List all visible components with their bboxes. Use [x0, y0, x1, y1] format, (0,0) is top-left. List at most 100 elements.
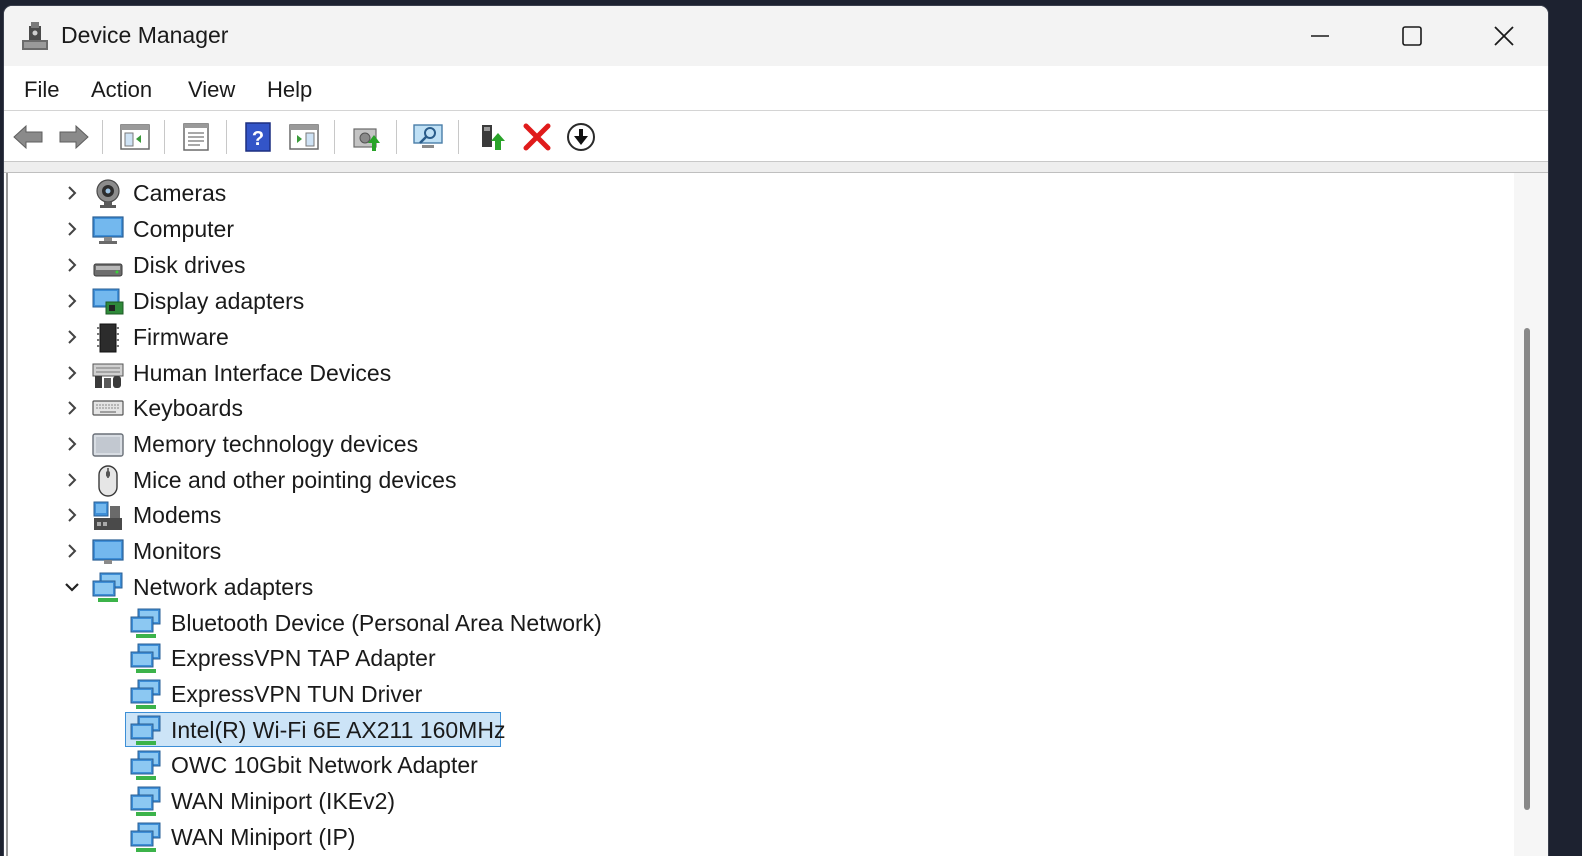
- network-adapter-icon: [130, 643, 161, 673]
- chevron-right-icon[interactable]: [62, 363, 82, 383]
- tree-item-modems[interactable]: Modems: [8, 498, 1508, 534]
- network-adapter-icon: [92, 572, 123, 602]
- update-driver-icon[interactable]: [350, 121, 382, 153]
- tree-item-cameras[interactable]: Cameras: [8, 176, 1508, 212]
- network-adapter-icon: [130, 608, 161, 638]
- chevron-down-icon[interactable]: [62, 577, 82, 597]
- maximize-button[interactable]: [1366, 6, 1458, 66]
- network-adapter-icon: [130, 679, 161, 709]
- minimize-icon: [1311, 35, 1329, 37]
- tree-item-disk-drives[interactable]: Disk drives: [8, 248, 1508, 284]
- camera-icon: [96, 179, 120, 208]
- tree-item-label: Keyboards: [133, 395, 243, 421]
- menu-file[interactable]: File: [24, 77, 59, 103]
- toolbar-separator: [334, 120, 335, 154]
- scan-hardware-changes-icon[interactable]: [412, 121, 444, 153]
- monitor-icon: [92, 539, 124, 564]
- tree-item-computer[interactable]: Computer: [8, 212, 1508, 248]
- tree-item-owc-10gbit[interactable]: OWC 10Gbit Network Adapter: [8, 748, 1508, 784]
- tree-item-label: Intel(R) Wi-Fi 6E AX211 160MHz: [171, 717, 506, 743]
- tree-item-memory-technology-devices[interactable]: Memory technology devices: [8, 427, 1508, 463]
- tree-item-mice[interactable]: Mice and other pointing devices: [8, 463, 1508, 499]
- uninstall-device-icon[interactable]: [521, 121, 553, 153]
- properties-icon[interactable]: [180, 121, 212, 153]
- device-manager-icon: [22, 22, 48, 50]
- chevron-right-icon[interactable]: [62, 470, 82, 490]
- tree-item-monitors[interactable]: Monitors: [8, 534, 1508, 570]
- tree-item-label: Cameras: [133, 180, 227, 206]
- tree-item-label: WAN Miniport (IKEv2): [171, 788, 396, 814]
- tree-item-label: ExpressVPN TUN Driver: [171, 681, 423, 707]
- tree-item-label: Modems: [133, 502, 222, 528]
- network-adapter-icon: [130, 786, 161, 816]
- device-manager-window: Device Manager File Action View Help ? C…: [4, 6, 1548, 856]
- tree-item-label: OWC 10Gbit Network Adapter: [171, 752, 478, 778]
- tree-item-label: Firmware: [133, 324, 229, 350]
- maximize-icon: [1402, 26, 1422, 46]
- tree-item-wan-miniport-ikev2[interactable]: WAN Miniport (IKEv2): [8, 784, 1508, 820]
- toolbar-separator: [164, 120, 165, 154]
- show-hide-console-tree-icon[interactable]: [119, 121, 151, 153]
- tree-item-label: Bluetooth Device (Personal Area Network): [171, 610, 602, 636]
- chevron-right-icon[interactable]: [62, 505, 82, 525]
- tree-item-wan-miniport-ip[interactable]: WAN Miniport (IP): [8, 820, 1508, 856]
- close-button[interactable]: [1458, 6, 1548, 66]
- scrollbar-thumb[interactable]: [1524, 328, 1530, 810]
- action-pane-icon[interactable]: [288, 121, 320, 153]
- disk-drive-icon: [93, 263, 123, 277]
- chevron-right-icon[interactable]: [62, 541, 82, 561]
- modem-icon: [93, 501, 122, 530]
- tree-item-keyboards[interactable]: Keyboards: [8, 391, 1508, 427]
- tree-item-bluetooth-pan[interactable]: Bluetooth Device (Personal Area Network): [8, 606, 1508, 642]
- chevron-right-icon[interactable]: [62, 219, 82, 239]
- vertical-scrollbar[interactable]: [1514, 173, 1548, 856]
- toolbar-separator: [396, 120, 397, 154]
- menu-help[interactable]: Help: [267, 77, 312, 103]
- hid-icon: [92, 363, 124, 388]
- tree-item-display-adapters[interactable]: Display adapters: [8, 284, 1508, 320]
- network-adapter-icon: [130, 822, 161, 852]
- tree-item-label: Computer: [133, 216, 234, 242]
- mouse-icon: [98, 465, 118, 497]
- title-bar[interactable]: Device Manager: [4, 6, 1548, 66]
- tree-item-label: Mice and other pointing devices: [133, 467, 457, 493]
- tree-item-expressvpn-tap[interactable]: ExpressVPN TAP Adapter: [8, 641, 1508, 677]
- menu-bar: File Action View Help: [4, 66, 1548, 111]
- menu-view[interactable]: View: [188, 77, 235, 103]
- tree-item-label: Network adapters: [133, 574, 314, 600]
- chevron-right-icon[interactable]: [62, 291, 82, 311]
- tree-header-strip: [4, 162, 1548, 173]
- memory-device-icon: [92, 433, 124, 457]
- minimize-button[interactable]: [1274, 6, 1366, 66]
- window-title: Device Manager: [61, 22, 229, 48]
- device-tree[interactable]: Cameras Computer Disk drives Display ada…: [6, 173, 1516, 856]
- chevron-right-icon[interactable]: [62, 183, 82, 203]
- network-adapter-icon: [130, 750, 161, 780]
- svg-text:?: ?: [252, 128, 264, 150]
- help-icon[interactable]: ?: [242, 121, 274, 153]
- tree-item-intel-wifi[interactable]: Intel(R) Wi-Fi 6E AX211 160MHz: [8, 712, 1508, 749]
- menu-action[interactable]: Action: [91, 77, 152, 103]
- computer-icon: [92, 216, 124, 244]
- tree-item-label: Memory technology devices: [133, 431, 419, 457]
- chevron-right-icon[interactable]: [62, 327, 82, 347]
- tree-item-label: ExpressVPN TAP Adapter: [171, 645, 436, 671]
- chevron-right-icon[interactable]: [62, 434, 82, 454]
- tree-item-label: Disk drives: [133, 252, 246, 278]
- tree-item-network-adapters[interactable]: Network adapters: [8, 570, 1508, 606]
- chevron-right-icon[interactable]: [62, 398, 82, 418]
- forward-icon[interactable]: [58, 121, 90, 153]
- tree-item-label: Monitors: [133, 538, 222, 564]
- tree-item-label: Human Interface Devices: [133, 360, 392, 386]
- toolbar-separator: [458, 120, 459, 154]
- close-icon: [1494, 26, 1514, 46]
- tree-item-human-interface-devices[interactable]: Human Interface Devices: [8, 356, 1508, 392]
- enable-device-icon[interactable]: [476, 121, 508, 153]
- display-adapter-icon: [92, 288, 124, 315]
- tree-item-firmware[interactable]: Firmware: [8, 320, 1508, 356]
- disable-device-icon[interactable]: [565, 121, 597, 153]
- tree-item-expressvpn-tun[interactable]: ExpressVPN TUN Driver: [8, 677, 1508, 713]
- back-icon[interactable]: [12, 121, 44, 153]
- network-adapter-icon: [130, 715, 161, 745]
- chevron-right-icon[interactable]: [62, 255, 82, 275]
